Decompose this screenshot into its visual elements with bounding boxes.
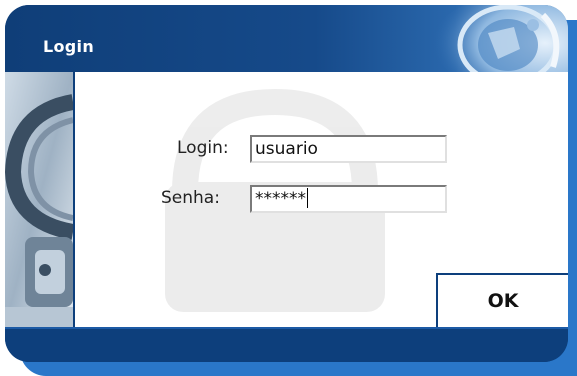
text-caret [307,188,308,208]
login-dialog: Login Login: usuario Senha: ****** OK [5,5,568,362]
ok-button-label: OK [487,290,519,312]
bottom-divider [5,327,568,329]
ok-button[interactable]: OK [436,273,568,327]
login-input-value: usuario [255,139,318,159]
content-area: Login: usuario Senha: ****** OK [5,72,568,327]
login-input[interactable]: usuario [250,135,447,163]
title-bar: Login [5,5,568,72]
login-label: Login: [177,138,229,158]
password-label: Senha: [161,188,220,208]
password-input[interactable]: ****** [250,185,447,213]
bottom-bar [5,327,568,362]
dialog-title: Login [43,37,95,56]
decorative-lock-icon [5,72,73,327]
password-input-value: ****** [255,189,306,209]
login-screen: Login Login: usuario Senha: ****** OK [0,0,577,376]
side-divider [73,72,75,327]
decorative-globe-icon [433,5,568,72]
